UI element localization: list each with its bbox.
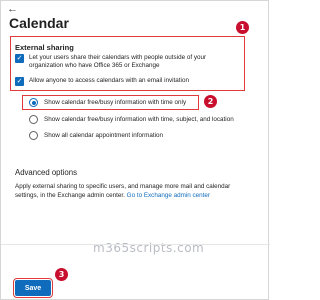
calendar-settings-panel: ← Calendar 1 External sharing ✓ Let your… xyxy=(0,0,270,300)
checkbox-checked-icon[interactable]: ✓ xyxy=(15,54,24,63)
advanced-options-heading: Advanced options xyxy=(15,168,77,177)
checkbox-label: Let your users share their calendars wit… xyxy=(29,54,207,69)
checkbox-checked-icon[interactable]: ✓ xyxy=(15,77,24,86)
callout-1: 1 xyxy=(236,21,249,34)
advanced-options-description: Apply external sharing to specific users… xyxy=(15,182,255,200)
callout-3: 3 xyxy=(55,268,68,281)
page-title: Calendar xyxy=(9,15,69,31)
radio-unselected-icon[interactable] xyxy=(29,115,38,124)
email-invitation-checkbox[interactable]: ✓ Allow anyone to access calendars with … xyxy=(15,77,241,86)
share-outside-org-checkbox[interactable]: ✓ Let your users share their calendars w… xyxy=(15,54,241,70)
radio-label: Show all calendar appointment informatio… xyxy=(44,131,164,139)
radio-all-appointment-info[interactable]: Show all calendar appointment informatio… xyxy=(29,131,163,140)
checkbox-label: Allow anyone to access calendars with an… xyxy=(29,77,189,84)
radio-label: Show calendar free/busy information with… xyxy=(44,115,234,123)
radio-unselected-icon[interactable] xyxy=(29,131,38,140)
radio-label: Show calendar free/busy information with… xyxy=(44,98,187,106)
save-button[interactable]: Save xyxy=(13,278,53,298)
radio-time-only[interactable]: Show calendar free/busy information with… xyxy=(29,98,186,107)
back-arrow-icon[interactable]: ← xyxy=(7,3,18,15)
callout-2: 2 xyxy=(204,95,217,108)
exchange-admin-center-link[interactable]: Go to Exchange admin center xyxy=(127,192,210,199)
radio-selected-icon[interactable] xyxy=(29,98,38,107)
external-sharing-label: External sharing xyxy=(15,43,74,52)
footer-divider xyxy=(1,244,270,245)
radio-time-subject-location[interactable]: Show calendar free/busy information with… xyxy=(29,115,234,124)
